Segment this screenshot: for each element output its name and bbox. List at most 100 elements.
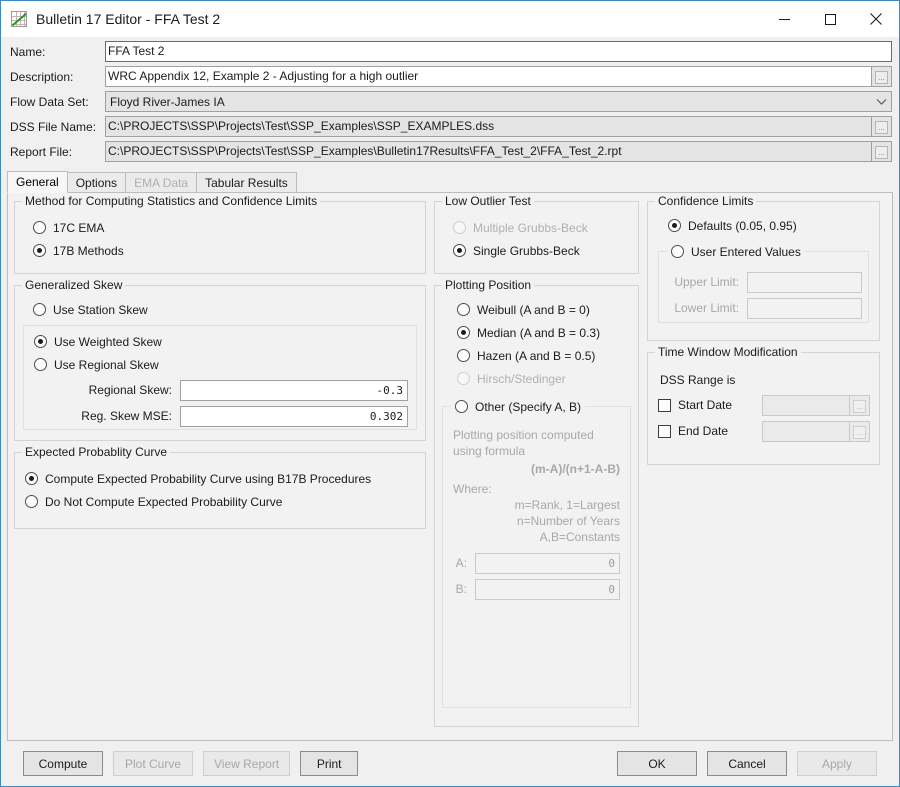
- dss-file-field-wrap: C:\PROJECTS\SSP\Projects\Test\SSP_Exampl…: [105, 116, 892, 137]
- low-outlier-test-group: Low Outlier Test Multiple Grubbs-Beck Si…: [434, 194, 639, 274]
- plotting-position-group-title: Plotting Position: [442, 278, 535, 292]
- flow-data-set-value: Floyd River-James IA: [110, 94, 225, 109]
- radio-label: Single Grubbs-Beck: [473, 243, 580, 258]
- radio-user-entered-values[interactable]: User Entered Values: [667, 242, 805, 261]
- radio-single-grubbs-beck[interactable]: Single Grubbs-Beck: [453, 239, 630, 262]
- description-input[interactable]: WRC Appendix 12, Example 2 - Adjusting f…: [105, 66, 872, 87]
- radio-icon: [33, 303, 46, 316]
- radio-icon: [671, 245, 684, 258]
- where-line-m: m=Rank, 1=Largest: [514, 498, 620, 512]
- plotting-a-label: A:: [455, 556, 467, 570]
- upper-limit-label: Upper Limit:: [674, 275, 739, 289]
- start-date-browse-button[interactable]: ...: [850, 394, 870, 416]
- reg-skew-mse-label: Reg. Skew MSE:: [81, 409, 172, 423]
- chevron-down-icon: [871, 98, 891, 105]
- column-left: Method for Computing Statistics and Conf…: [14, 194, 426, 540]
- lower-limit-input[interactable]: [747, 297, 862, 319]
- footer-button-bar: Compute Plot Curve View Report Print OK …: [1, 741, 899, 786]
- radio-icon: [33, 244, 46, 257]
- radio-icon: [455, 400, 468, 413]
- radio-defaults[interactable]: Defaults (0.05, 0.95): [668, 214, 869, 237]
- start-date-label: Start Date: [678, 398, 733, 412]
- ok-button[interactable]: OK: [617, 751, 697, 776]
- radio-label: Use Station Skew: [53, 302, 148, 317]
- tab-tabular-results[interactable]: Tabular Results: [196, 172, 297, 193]
- end-date-input[interactable]: [762, 420, 850, 442]
- column-middle: Low Outlier Test Multiple Grubbs-Beck Si…: [434, 194, 639, 738]
- field-row-description: Description: WRC Appendix 12, Example 2 …: [10, 66, 892, 87]
- radio-icon: [25, 495, 38, 508]
- dss-file-label: DSS File Name:: [10, 119, 97, 134]
- ellipsis-icon: ...: [853, 425, 866, 439]
- radio-do-not-compute-epc[interactable]: Do Not Compute Expected Probability Curv…: [25, 490, 417, 513]
- field-row-report-file: Report File: C:\PROJECTS\SSP\Projects\Te…: [10, 141, 892, 162]
- description-browse-button[interactable]: ...: [872, 66, 892, 87]
- plotting-formula-help: Plotting position computed using formula: [453, 428, 594, 458]
- dss-file-input[interactable]: C:\PROJECTS\SSP\Projects\Test\SSP_Exampl…: [105, 116, 872, 137]
- report-file-browse-button[interactable]: ...: [872, 141, 892, 162]
- plotting-a-input[interactable]: 0: [475, 552, 620, 574]
- radio-label: Other (Specify A, B): [475, 399, 582, 414]
- other-plotting-position-group: Other (Specify A, B) Plotting position c…: [442, 397, 631, 708]
- print-button[interactable]: Print: [300, 751, 359, 776]
- tab-options[interactable]: Options: [66, 172, 127, 193]
- flow-data-set-label: Flow Data Set:: [10, 94, 89, 109]
- field-row-dss-file: DSS File Name: C:\PROJECTS\SSP\Projects\…: [10, 116, 892, 137]
- name-input[interactable]: FFA Test 2: [105, 41, 892, 62]
- regional-skew-input[interactable]: -0.3: [180, 379, 408, 401]
- end-date-label: End Date: [678, 424, 729, 438]
- dss-file-browse-button[interactable]: ...: [872, 116, 892, 137]
- ellipsis-icon: ...: [853, 399, 866, 413]
- radio-icon: [33, 221, 46, 234]
- close-icon[interactable]: [853, 4, 899, 34]
- end-date-browse-button[interactable]: ...: [850, 420, 870, 442]
- end-date-checkbox[interactable]: [658, 424, 671, 438]
- where-line-ab: A,B=Constants: [539, 530, 620, 544]
- radio-hazen[interactable]: Hazen (A and B = 0.5): [457, 344, 631, 367]
- plotting-formula: (m-A)/(n+1-A-B): [531, 462, 620, 476]
- radio-compute-epc[interactable]: Compute Expected Probability Curve using…: [25, 467, 417, 490]
- maximize-icon[interactable]: [807, 4, 853, 34]
- radio-label: Defaults (0.05, 0.95): [688, 218, 797, 233]
- upper-limit-input[interactable]: [747, 271, 862, 293]
- radio-icon: [34, 358, 47, 371]
- radio-other-specify-ab[interactable]: Other (Specify A, B): [451, 397, 586, 416]
- regional-skew-label: Regional Skew:: [88, 383, 172, 397]
- name-label: Name:: [10, 44, 46, 59]
- report-file-label: Report File:: [10, 144, 73, 159]
- radio-label: Compute Expected Probability Curve using…: [45, 471, 372, 486]
- tab-ema-data: EMA Data: [125, 172, 198, 193]
- tab-general[interactable]: General: [7, 171, 68, 193]
- start-date-checkbox[interactable]: [658, 398, 671, 412]
- radio-17c-ema[interactable]: 17C EMA: [33, 216, 417, 239]
- row-start-date: Start Date ...: [658, 393, 870, 417]
- radio-use-regional-skew[interactable]: Use Regional Skew: [34, 353, 408, 376]
- tab-strip: General Options EMA Data Tabular Results: [7, 171, 899, 193]
- radio-icon: [457, 372, 470, 385]
- radio-median[interactable]: Median (A and B = 0.3): [457, 321, 631, 344]
- radio-icon: [457, 303, 470, 316]
- field-regional-skew: Regional Skew: -0.3: [32, 378, 408, 402]
- confidence-limits-group-title: Confidence Limits: [655, 194, 757, 208]
- report-file-input[interactable]: C:\PROJECTS\SSP\Projects\Test\SSP_Exampl…: [105, 141, 872, 162]
- flow-data-set-select[interactable]: Floyd River-James IA: [105, 91, 892, 112]
- tab-panel-general: Method for Computing Statistics and Conf…: [7, 192, 893, 741]
- plotting-b-input[interactable]: 0: [475, 578, 620, 600]
- radio-17b-methods[interactable]: 17B Methods: [33, 239, 417, 262]
- window-title: Bulletin 17 Editor - FFA Test 2: [36, 11, 221, 27]
- radio-use-station-skew[interactable]: Use Station Skew: [33, 298, 417, 321]
- plotting-b-label: B:: [455, 582, 467, 596]
- radio-weibull[interactable]: Weibull (A and B = 0): [457, 298, 631, 321]
- start-date-input[interactable]: [762, 394, 850, 416]
- compute-button[interactable]: Compute: [23, 751, 103, 776]
- cancel-button[interactable]: Cancel: [707, 751, 787, 776]
- radio-multiple-grubbs-beck: Multiple Grubbs-Beck: [453, 216, 630, 239]
- name-field-wrap: FFA Test 2: [105, 41, 892, 62]
- radio-label: Multiple Grubbs-Beck: [473, 220, 588, 235]
- lower-limit-label: Lower Limit:: [674, 301, 739, 315]
- reg-skew-mse-input[interactable]: 0.302: [180, 405, 408, 427]
- radio-icon: [668, 219, 681, 232]
- radio-icon: [25, 472, 38, 485]
- minimize-icon[interactable]: [761, 4, 807, 34]
- radio-use-weighted-skew[interactable]: Use Weighted Skew: [34, 330, 408, 353]
